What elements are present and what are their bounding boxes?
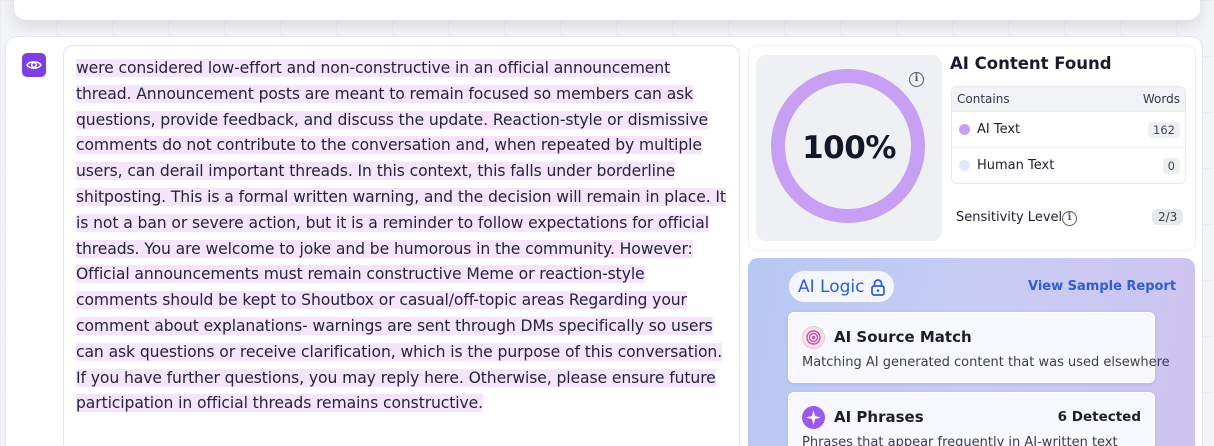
- card-description: Matching AI generated content that was u…: [802, 355, 1170, 370]
- ai-text-dot: [959, 124, 970, 135]
- human-text-dot: [959, 160, 970, 171]
- ai-logic-badge: AI Logic: [788, 270, 895, 303]
- score-info-icon[interactable]: i: [909, 72, 924, 87]
- card-title: AI Phrases: [834, 408, 924, 426]
- table-row-human-text: Human Text 0: [952, 147, 1185, 183]
- ai-source-match-card[interactable]: AI Source Match Matching AI generated co…: [788, 312, 1170, 383]
- ai-highlighted-text: were considered low-effort and non-const…: [76, 59, 726, 413]
- col-contains: Contains: [957, 92, 1010, 106]
- row-count: 162: [1148, 121, 1180, 138]
- row-label: Human Text: [977, 158, 1055, 173]
- row-count: 0: [1162, 157, 1180, 174]
- word-count-table: Contains Words AI Text 162 Human Text 0: [951, 86, 1186, 184]
- card-title: AI Source Match: [834, 328, 972, 346]
- table-row-ai-text: AI Text 162: [952, 111, 1185, 147]
- toggle-highlight-button[interactable]: [22, 53, 46, 77]
- sensitivity-label-text: Sensitivity Level: [956, 210, 1063, 225]
- sensitivity-info-icon[interactable]: i: [1062, 211, 1077, 226]
- lock-icon: [871, 278, 886, 296]
- analyzed-text: were considered low-effort and non-const…: [76, 56, 727, 417]
- sensitivity-label: Sensitivity Level: [956, 210, 1062, 225]
- sensitivity-value[interactable]: 2/3: [1152, 209, 1184, 225]
- view-sample-report-link[interactable]: View Sample Report: [1028, 279, 1176, 294]
- result-title: AI Content Found: [950, 54, 1112, 73]
- col-words: Words: [1142, 92, 1180, 106]
- card-description: Phrases that appear frequently in AI-wri…: [802, 435, 1118, 446]
- row-label: AI Text: [977, 122, 1021, 137]
- eye-icon: [26, 61, 42, 69]
- top-toolbar: [14, 0, 1200, 20]
- ai-logic-title: AI Logic: [798, 276, 865, 297]
- analyzed-text-panel[interactable]: were considered low-effort and non-const…: [63, 45, 740, 446]
- ai-phrases-card[interactable]: AI Phrases 6 Detected Phrases that appea…: [788, 392, 1155, 446]
- fingerprint-icon: [802, 326, 825, 349]
- table-header: Contains Words: [952, 87, 1185, 111]
- sparkle-icon: [802, 406, 825, 429]
- detected-count: 6 Detected: [1057, 409, 1141, 425]
